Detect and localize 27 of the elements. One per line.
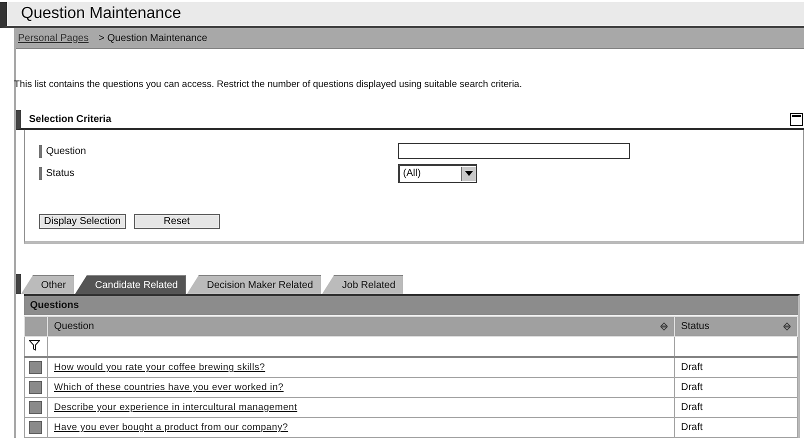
question-link[interactable]: How would you rate your coffee brewing skills?	[54, 362, 266, 373]
status-cell: Draft	[674, 418, 798, 438]
section-title: Selection Criteria	[29, 114, 112, 124]
sort-icon[interactable]	[660, 322, 668, 331]
tab[interactable]: Decision Maker Related	[186, 275, 322, 294]
display-selection-button[interactable]: Display Selection	[39, 214, 126, 229]
page-title: Question Maintenance	[21, 5, 182, 23]
filter-icon[interactable]	[29, 340, 40, 350]
column-header[interactable]: Status	[674, 316, 798, 336]
question-input-field[interactable]	[398, 143, 630, 159]
column-header[interactable]: Question	[48, 316, 674, 336]
collapse-button[interactable]	[790, 112, 803, 126]
reset-button[interactable]: Reset	[134, 214, 220, 229]
description-text: This list contains the questions you can access. Restrict the number of questions displayed using suitable search criteria.	[14, 78, 523, 92]
sort-icon[interactable]	[783, 322, 791, 331]
tab[interactable]: Other	[21, 275, 74, 294]
breadcrumb-link[interactable]: Personal Pages	[18, 32, 93, 44]
table-title: Questions	[24, 296, 798, 316]
tab[interactable]: Job Related	[322, 275, 404, 294]
tab-strip-marker	[16, 274, 21, 294]
dropdown-arrow-icon[interactable]	[465, 171, 473, 176]
status-cell: Draft	[674, 357, 798, 378]
status-cell: Draft	[674, 398, 798, 418]
tab[interactable]: Candidate Related	[75, 275, 186, 294]
breadcrumb-current: > Question Maintenance	[98, 32, 208, 44]
status-dropdown[interactable]: (All)	[398, 164, 477, 182]
status-cell: Draft	[674, 378, 798, 398]
